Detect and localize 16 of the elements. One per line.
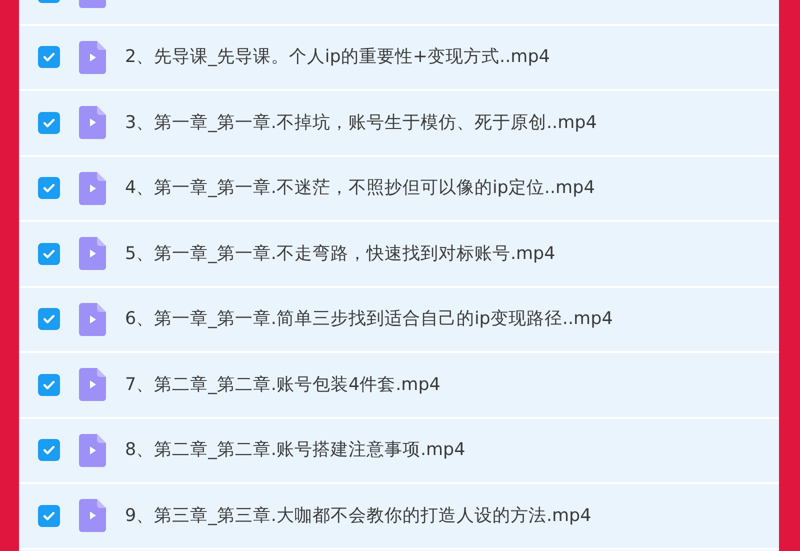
file-name[interactable]: 3、第一章_第一章.不掉坑，账号生于模仿、死于原创..mp4 <box>125 110 597 136</box>
checkbox[interactable] <box>38 46 60 68</box>
checkbox[interactable] <box>38 308 60 330</box>
checkbox[interactable] <box>38 504 60 527</box>
checkbox[interactable] <box>38 374 60 396</box>
file-name[interactable]: 6、第一章_第一章.简单三步找到适合自己的ip变现路径..mp4 <box>125 306 613 332</box>
file-name[interactable]: 2、先导课_先导课。个人ip的重要性+变现方式..mp4 <box>125 44 550 70</box>
checkbox[interactable] <box>38 177 60 200</box>
file-name[interactable]: 5、第一章_第一章.不走弯路，快速找到对标账号.mp4 <box>125 240 556 267</box>
checkbox[interactable] <box>38 439 60 462</box>
file-name[interactable]: 9、第三章_第三章.大咖都不会教你的打造人设的方法.mp4 <box>125 502 592 529</box>
file-name[interactable]: 4、第一章_第一章.不迷茫，不照抄但可以像的ip定位..mp4 <box>125 175 595 202</box>
file-name[interactable]: 7、第二章_第二章.账号包装4件套.mp4 <box>125 372 440 398</box>
file-name[interactable]: 8、第二章_第二章.账号搭建注意事项.mp4 <box>125 437 466 464</box>
checkbox[interactable] <box>38 112 60 134</box>
checkbox[interactable] <box>38 242 60 265</box>
